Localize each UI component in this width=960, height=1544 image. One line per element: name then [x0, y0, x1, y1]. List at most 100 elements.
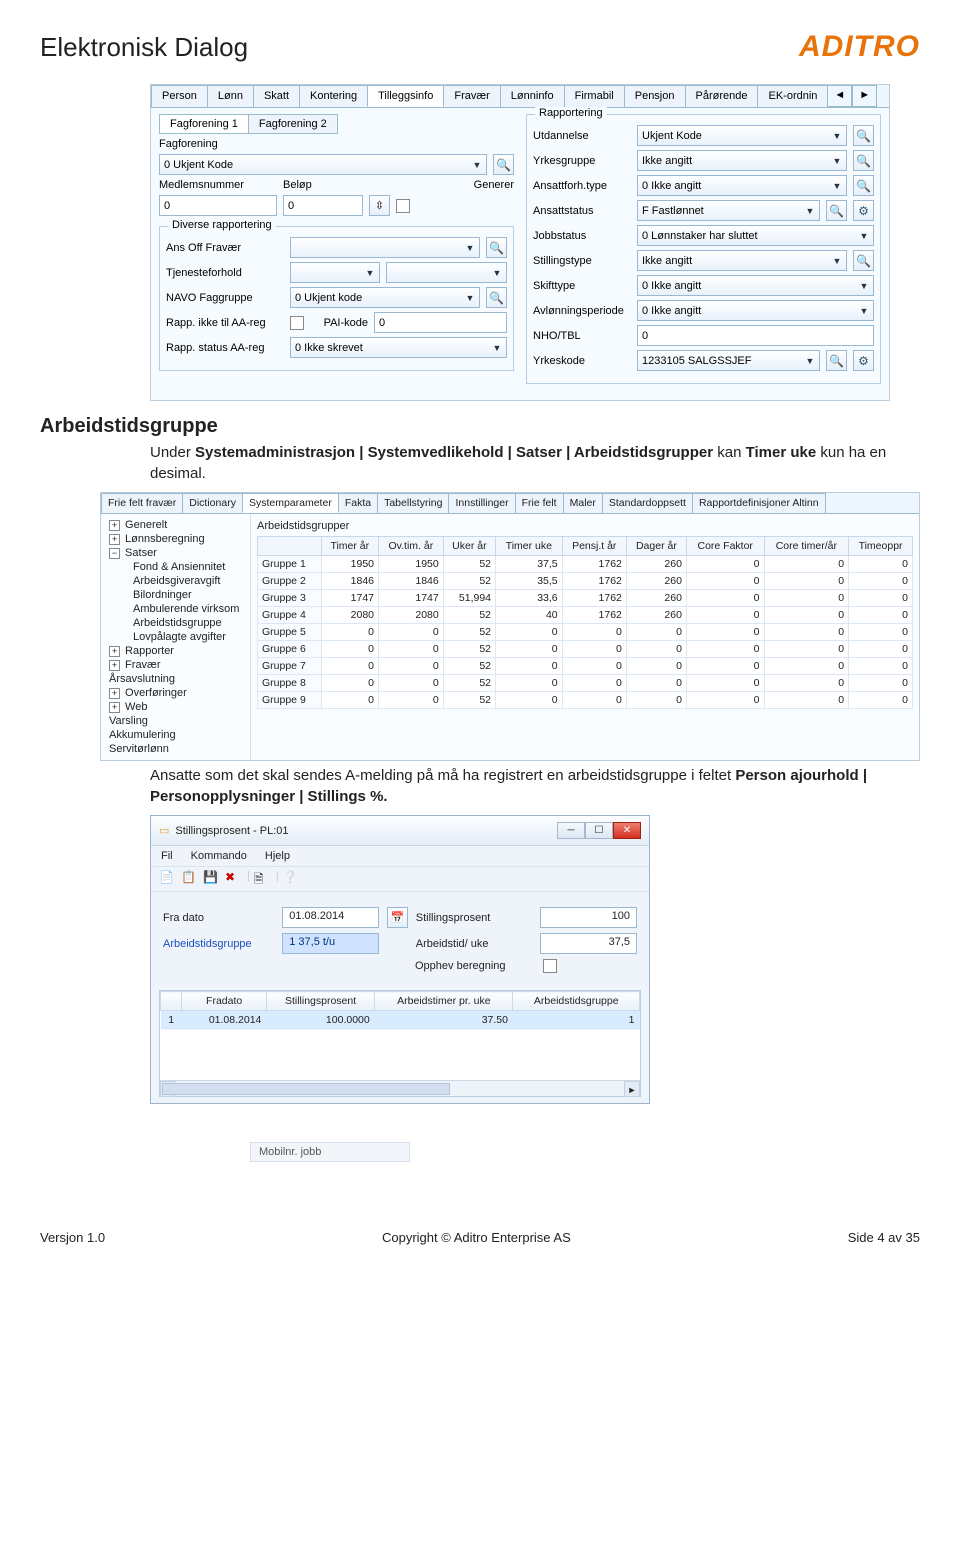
tab-frie-felt-fravær[interactable]: Frie felt fravær	[101, 493, 183, 513]
tab-tabellstyring[interactable]: Tabellstyring	[377, 493, 449, 513]
tab-ek-ordnin[interactable]: EK-ordnin	[757, 85, 828, 107]
tab-pårørende[interactable]: Pårørende	[685, 85, 759, 107]
horizontal-scrollbar[interactable]: ◄ ►	[160, 1080, 640, 1096]
dropdown[interactable]: 0 Lønnstaker har sluttet▼	[637, 225, 874, 246]
tree-item[interactable]: + Fravær	[103, 658, 248, 672]
doc-icon[interactable]: 🗎	[254, 870, 272, 888]
tree-item[interactable]: Bilordninger	[103, 588, 248, 602]
dropdown[interactable]: 0 Ikke angitt▼	[637, 275, 874, 296]
scroll-thumb[interactable]	[162, 1083, 450, 1095]
table-row[interactable]: Gruppe 31747174751,99433,61762260000	[258, 590, 913, 607]
table-row[interactable]: Gruppe 70052000000	[258, 658, 913, 675]
tjenesteforhold-dropdown-1[interactable]: ▼	[290, 262, 380, 283]
tree-item[interactable]: Akkumulering	[103, 728, 248, 742]
dropdown[interactable]: 1233105 SALGSSJEF▼	[637, 350, 820, 371]
tab-lønn[interactable]: Lønn	[207, 85, 254, 107]
tree-item[interactable]: Arbeidsgiveravgift	[103, 574, 248, 588]
arbeidstid-uke-input[interactable]: 37,5	[540, 933, 637, 954]
tree-item[interactable]: + Rapporter	[103, 644, 248, 658]
ans-off-fravaer-dropdown[interactable]: ▼	[290, 237, 480, 258]
navo-faggruppe-dropdown[interactable]: 0 Ukjent kode▼	[290, 287, 480, 308]
maximize-button[interactable]: ☐	[585, 822, 613, 839]
tree-item[interactable]: Arbeidstidsgruppe	[103, 616, 248, 630]
dropdown[interactable]: Ikke angitt▼	[637, 150, 847, 171]
tab-fravær[interactable]: Fravær	[443, 85, 500, 107]
menu-hjelp[interactable]: Hjelp	[265, 850, 290, 862]
search-icon-button[interactable]: 🔍	[853, 250, 874, 271]
save-icon[interactable]: 💾	[203, 870, 221, 888]
tree-item[interactable]: Ambulerende virksom	[103, 602, 248, 616]
help-icon[interactable]: ❔	[283, 870, 301, 888]
scroll-right-icon[interactable]: ►	[624, 1081, 640, 1097]
tree-item[interactable]: Årsavslutning	[103, 672, 248, 686]
dropdown[interactable]: Ukjent Kode▼	[637, 125, 847, 146]
tab-scroll-icon[interactable]: ◄	[827, 85, 852, 107]
fra-dato-input[interactable]: 01.08.2014	[282, 907, 379, 928]
menu-fil[interactable]: Fil	[161, 850, 173, 862]
spin-button[interactable]: ⇳	[369, 195, 390, 216]
dropdown[interactable]: F Fastlønnet▼	[637, 200, 820, 221]
generer-checkbox[interactable]	[396, 199, 410, 213]
tree-item[interactable]: Fond & Ansiennitet	[103, 560, 248, 574]
search-icon-button[interactable]: 🔍	[853, 125, 874, 146]
medlemsnummer-input[interactable]: 0	[159, 195, 277, 216]
tjenesteforhold-dropdown-2[interactable]: ▼	[386, 262, 507, 283]
belop-input[interactable]: 0	[283, 195, 363, 216]
extra-icon-button[interactable]: ⚙	[853, 200, 874, 221]
tab-systemparameter[interactable]: Systemparameter	[242, 493, 339, 513]
tab-maler[interactable]: Maler	[563, 493, 603, 513]
calendar-icon[interactable]: 📅	[387, 907, 407, 928]
rapp-status-dropdown[interactable]: 0 Ikke skrevet▼	[290, 337, 507, 358]
tab-person[interactable]: Person	[151, 85, 208, 107]
close-button[interactable]: ✕	[613, 822, 641, 839]
fagforening-dropdown[interactable]: 0 Ukjent Kode▼	[159, 154, 487, 175]
tab-rapportdefinisjoner-altinn[interactable]: Rapportdefinisjoner Altinn	[692, 493, 826, 513]
tab-lønninfo[interactable]: Lønninfo	[500, 85, 565, 107]
tab-tilleggsinfo[interactable]: Tilleggsinfo	[367, 85, 444, 107]
tab-dictionary[interactable]: Dictionary	[182, 493, 243, 513]
search-icon-button[interactable]: 🔍	[853, 175, 874, 196]
table-row[interactable]: Gruppe 2184618465235,51762260000	[258, 573, 913, 590]
table-row[interactable]: Gruppe 60052000000	[258, 641, 913, 658]
extra-icon-button[interactable]: ⚙	[853, 350, 874, 371]
tab-skatt[interactable]: Skatt	[253, 85, 300, 107]
new-icon[interactable]: 📄	[159, 870, 177, 888]
search-icon-button[interactable]: 🔍	[493, 154, 514, 175]
table-row[interactable]: Gruppe 1195019505237,51762260000	[258, 556, 913, 573]
tab-innstillinger[interactable]: Innstillinger	[448, 493, 515, 513]
table-row[interactable]: Gruppe 90052000000	[258, 692, 913, 709]
tree-item[interactable]: + Generelt	[103, 518, 248, 532]
table-row[interactable]: Gruppe 80052000000	[258, 675, 913, 692]
copy-icon[interactable]: 📋	[181, 870, 199, 888]
tree-item[interactable]: + Lønnsberegning	[103, 532, 248, 546]
minimize-button[interactable]: ─	[557, 822, 585, 839]
tab-firmabil[interactable]: Firmabil	[564, 85, 625, 107]
subtab-fagforening-1[interactable]: Fagforening 1	[159, 114, 249, 134]
list-row[interactable]: 101.08.2014100.000037.501	[161, 1011, 640, 1030]
rapp-ikke-checkbox[interactable]	[290, 316, 304, 330]
search-icon-button[interactable]: 🔍	[486, 237, 507, 258]
subtab-fagforening-2[interactable]: Fagforening 2	[248, 114, 338, 134]
table-row[interactable]: Gruppe 42080208052401762260000	[258, 607, 913, 624]
tab-kontering[interactable]: Kontering	[299, 85, 368, 107]
tree-item[interactable]: Lovpålagte avgifter	[103, 630, 248, 644]
tab-scroll-icon[interactable]: ►	[852, 85, 877, 107]
tab-standardoppsett[interactable]: Standardoppsett	[602, 493, 693, 513]
tab-frie-felt[interactable]: Frie felt	[515, 493, 564, 513]
tree-item[interactable]: + Overføringer	[103, 686, 248, 700]
table-row[interactable]: Gruppe 50052000000	[258, 624, 913, 641]
tree-item[interactable]: + Web	[103, 700, 248, 714]
numeric-input[interactable]: 0	[637, 325, 874, 346]
search-icon-button[interactable]: 🔍	[853, 150, 874, 171]
search-icon-button[interactable]: 🔍	[486, 287, 507, 308]
stillingsprosent-input[interactable]: 100	[540, 907, 637, 928]
dropdown[interactable]: 0 Ikke angitt▼	[637, 175, 847, 196]
opphev-beregning-checkbox[interactable]	[543, 959, 557, 973]
tab-fakta[interactable]: Fakta	[338, 493, 378, 513]
arbeidstidsgruppe-input[interactable]: 1 37,5 t/u	[282, 933, 379, 954]
sysparam-tree[interactable]: + Generelt+ Lønnsberegning− Satser Fond …	[101, 514, 251, 760]
tab-pensjon[interactable]: Pensjon	[624, 85, 686, 107]
tree-item[interactable]: Servitørlønn	[103, 742, 248, 756]
menu-kommando[interactable]: Kommando	[191, 850, 247, 862]
dropdown[interactable]: Ikke angitt▼	[637, 250, 847, 271]
